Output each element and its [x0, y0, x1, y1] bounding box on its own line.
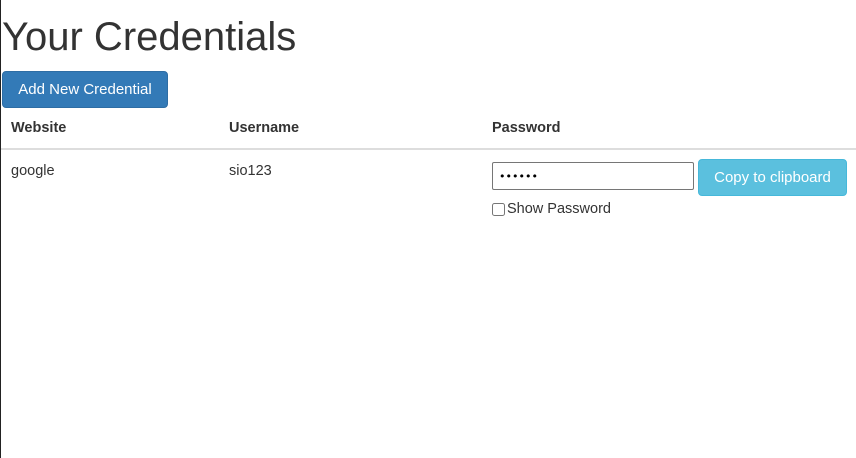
credentials-page: Your Credentials Add New Credential Webs… — [0, 0, 856, 458]
show-password-label: Show Password — [507, 201, 611, 217]
show-password-checkbox[interactable] — [492, 202, 505, 216]
show-password-control[interactable]: Show Password — [492, 200, 611, 218]
column-header-website: Website — [11, 120, 67, 136]
cell-username: sio123 — [229, 163, 272, 179]
column-header-username: Username — [229, 120, 300, 136]
copy-to-clipboard-button[interactable]: Copy to clipboard — [698, 159, 847, 196]
page-title: Your Credentials — [2, 15, 297, 59]
column-header-password: Password — [492, 120, 561, 136]
table-header-divider — [1, 148, 856, 150]
add-new-credential-button[interactable]: Add New Credential — [2, 71, 168, 108]
password-field[interactable] — [492, 162, 694, 190]
cell-website: google — [11, 163, 55, 179]
